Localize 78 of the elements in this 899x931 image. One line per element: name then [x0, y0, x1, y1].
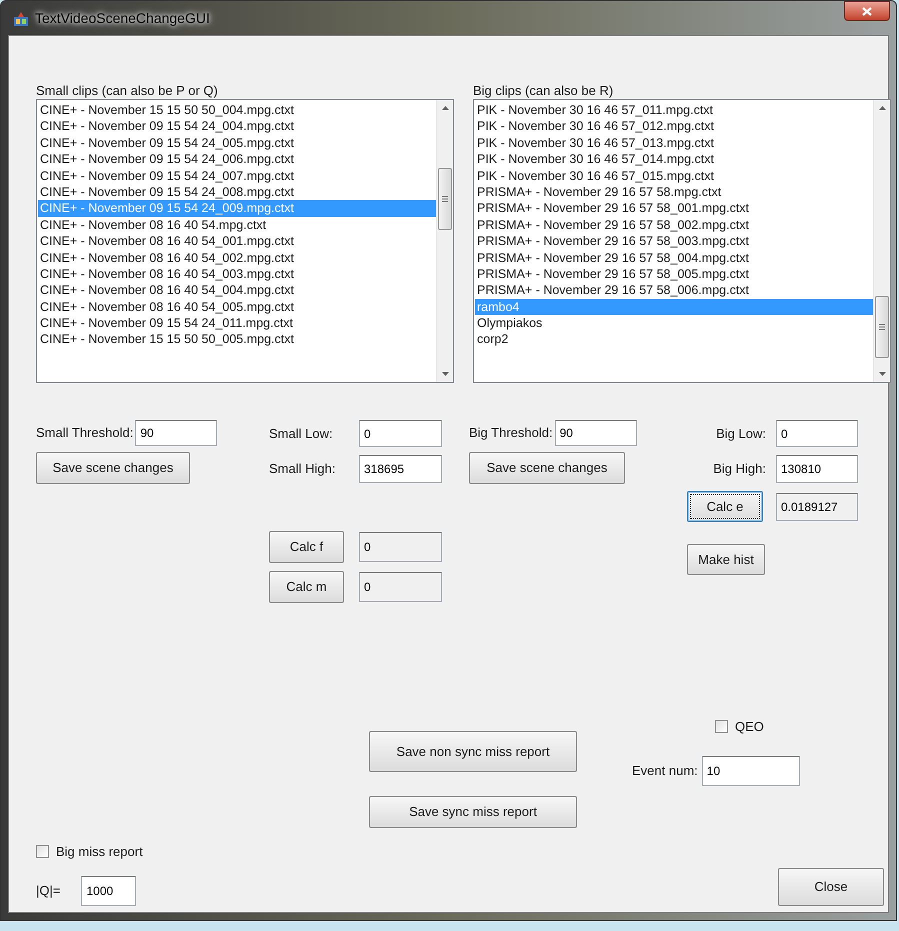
list-item[interactable]: PIK - November 30 16 46 57_011.mpg.ctxt: [475, 102, 873, 118]
list-item[interactable]: CINE+ - November 09 15 54 24_008.mpg.ctxt: [38, 184, 436, 200]
list-item[interactable]: CINE+ - November 08 16 40 54.mpg.ctxt: [38, 216, 436, 234]
list-item[interactable]: PIK - November 30 16 46 57_013.mpg.ctxt: [475, 134, 873, 152]
list-item[interactable]: CINE+ - November 09 15 54 24_007.mpg.ctxt: [38, 168, 436, 184]
button[interactable]: Save scene changes: [469, 452, 625, 484]
list-item[interactable]: corp2: [475, 331, 873, 348]
list-item[interactable]: PIK - November 30 16 46 57_012.mpg.ctxt: [475, 118, 873, 135]
scrollbar[interactable]: [436, 100, 453, 382]
button[interactable]: Close: [778, 868, 884, 906]
list-label: Small clips (can also be P or Q): [36, 83, 219, 98]
list-item[interactable]: CINE+ - November 08 16 40 54_004.mpg.ctxt: [38, 282, 436, 299]
grip-icon: [442, 196, 448, 202]
list-item[interactable]: CINE+ - November 08 16 40 54_002.mpg.ctxt: [38, 250, 436, 266]
input-field[interactable]: 0.0189127: [776, 492, 858, 520]
button[interactable]: Calc e: [687, 491, 763, 522]
list-item[interactable]: CINE+ - November 15 15 50 50_005.mpg.ctxt: [38, 331, 436, 348]
field-label: QEO: [735, 718, 764, 736]
field-label: Small Threshold:: [36, 424, 134, 442]
list-item[interactable]: CINE+ - November 15 15 50 50_004.mpg.ctxt: [38, 102, 436, 118]
list-item[interactable]: CINE+ - November 09 15 54 24_006.mpg.ctxt: [38, 151, 436, 168]
list-item[interactable]: PIK - November 30 16 46 57_014.mpg.ctxt: [475, 151, 873, 168]
scroll-down-icon[interactable]: [442, 372, 448, 376]
field-label: Big Threshold:: [469, 424, 553, 442]
button[interactable]: Save scene changes: [36, 452, 190, 484]
input-field[interactable]: 90: [135, 420, 218, 446]
list-item[interactable]: CINE+ - November 08 16 40 54_001.mpg.ctxt: [38, 233, 436, 250]
scrollbar[interactable]: [873, 100, 890, 382]
window-title: TextVideoSceneChangeGUI: [35, 9, 210, 28]
list-item[interactable]: PIK - November 30 16 46 57_015.mpg.ctxt: [475, 168, 873, 184]
list-item[interactable]: PRISMA+ - November 29 16 57 58_006.mpg.ctxt: [475, 282, 873, 299]
list-item[interactable]: CINE+ - November 09 15 54 24_005.mpg.ctxt: [38, 134, 436, 152]
input-field[interactable]: 0: [359, 420, 442, 447]
scroll-up-icon[interactable]: [878, 106, 886, 110]
input-field[interactable]: 10: [702, 756, 800, 786]
list-box[interactable]: [473, 99, 891, 383]
list-box[interactable]: [36, 99, 454, 383]
button[interactable]: Calc f: [269, 531, 344, 563]
button[interactable]: Save sync miss report: [369, 796, 577, 828]
list-item[interactable]: PRISMA+ - November 29 16 57 58_003.mpg.ctxt: [475, 233, 873, 250]
scroll-up-icon[interactable]: [442, 106, 448, 110]
button[interactable]: Save non sync miss report: [369, 731, 577, 772]
input-field[interactable]: 130810: [776, 455, 858, 483]
close-button[interactable]: [844, 1, 890, 21]
list-item[interactable]: CINE+ - November 08 16 40 54_003.mpg.ctxt: [38, 266, 436, 282]
list-label: Big clips (can also be R): [473, 83, 614, 98]
scroll-down-icon[interactable]: [878, 372, 886, 376]
list-item[interactable]: PRISMA+ - November 29 16 57 58_004.mpg.ctxt: [475, 250, 873, 266]
list-item[interactable]: PRISMA+ - November 29 16 57 58_002.mpg.ctxt: [475, 216, 873, 234]
field-label: Small Low:: [269, 424, 334, 443]
input-field[interactable]: 0: [359, 572, 442, 602]
field-label: Big miss report: [56, 843, 143, 861]
input-field[interactable]: 0: [359, 532, 442, 562]
list-item[interactable]: CINE+ - November 09 15 54 24_011.mpg.ctxt: [38, 315, 436, 332]
field-label: Event num:: [632, 762, 698, 780]
input-field[interactable]: 90: [554, 420, 637, 446]
list-item[interactable]: CINE+ - November 09 15 54 24_004.mpg.ctxt: [38, 118, 436, 135]
scroll-thumb[interactable]: [875, 296, 889, 358]
input-field[interactable]: 0: [776, 420, 858, 447]
checkbox[interactable]: [715, 720, 728, 734]
field-label: Big Low:: [715, 424, 767, 443]
field-label: Small High:: [269, 460, 336, 478]
list-item[interactable]: PRISMA+ - November 29 16 57 58_001.mpg.ctxt: [475, 200, 873, 217]
button[interactable]: Calc m: [269, 571, 344, 603]
field-label: |Q|=: [36, 882, 60, 900]
button[interactable]: Make hist: [687, 544, 765, 575]
scroll-thumb[interactable]: [438, 168, 452, 230]
list-item[interactable]: Olympiakos: [475, 315, 873, 332]
checkbox[interactable]: [36, 845, 49, 858]
list-item[interactable]: PRISMA+ - November 29 16 57 58.mpg.ctxt: [475, 184, 873, 200]
field-label: Big High:: [712, 460, 767, 478]
app-icon: [13, 10, 29, 26]
input-field[interactable]: 318695: [359, 455, 442, 483]
grip-icon: [879, 324, 885, 330]
close-icon: [862, 6, 872, 16]
list-item[interactable]: PRISMA+ - November 29 16 57 58_005.mpg.ctxt: [475, 266, 873, 282]
list-item[interactable]: CINE+ - November 08 16 40 54_005.mpg.ctxt: [38, 298, 436, 316]
input-field[interactable]: 1000: [81, 876, 136, 906]
